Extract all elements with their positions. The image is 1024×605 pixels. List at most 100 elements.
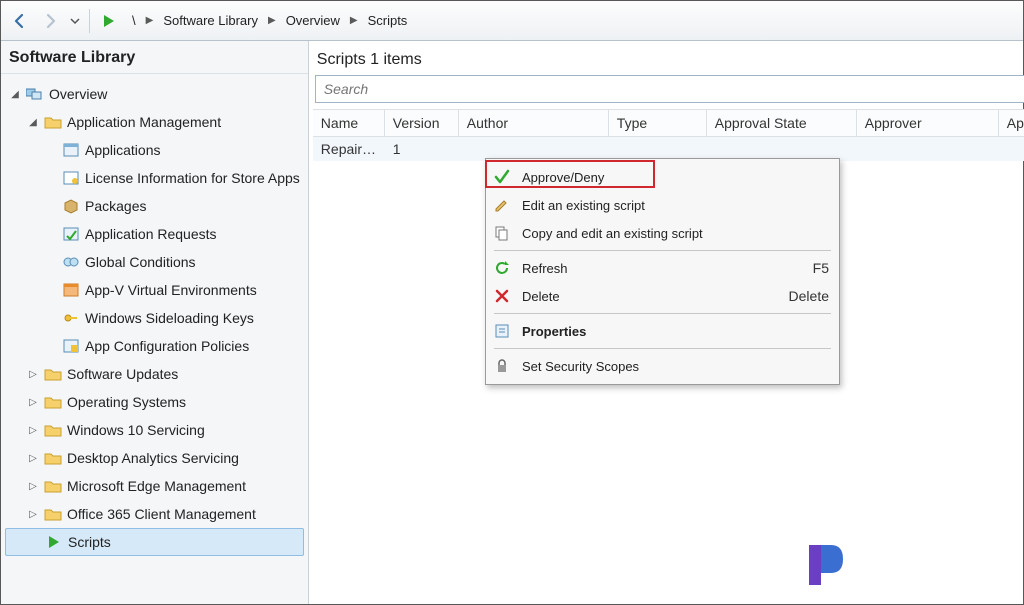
tree-label: Microsoft Edge Management bbox=[67, 478, 246, 494]
application-icon bbox=[61, 140, 81, 160]
license-icon bbox=[61, 168, 81, 188]
breadcrumb-item[interactable]: Overview bbox=[286, 13, 340, 28]
package-icon bbox=[61, 196, 81, 216]
tree-node-license[interactable]: License Information for Store Apps bbox=[5, 164, 304, 192]
tree-node-o365[interactable]: ▷ Office 365 Client Management bbox=[5, 500, 304, 528]
requests-icon bbox=[61, 224, 81, 244]
table-header: Name Version Author Type Approval State … bbox=[313, 109, 1024, 137]
pencil-icon bbox=[492, 195, 512, 215]
expand-icon[interactable]: ▷ bbox=[27, 369, 39, 380]
col-author[interactable]: Author bbox=[459, 110, 609, 136]
expand-icon[interactable]: ▷ bbox=[27, 425, 39, 436]
config-icon bbox=[61, 336, 81, 356]
col-type[interactable]: Type bbox=[609, 110, 707, 136]
chevron-right-icon: ▶ bbox=[350, 15, 358, 26]
tree-node-sideload[interactable]: Windows Sideloading Keys bbox=[5, 304, 304, 332]
col-name[interactable]: Name bbox=[313, 110, 385, 136]
menu-label: Copy and edit an existing script bbox=[522, 226, 703, 241]
tree-node-appconfig[interactable]: App Configuration Policies bbox=[5, 332, 304, 360]
collapse-icon[interactable]: ◢ bbox=[27, 117, 39, 128]
folder-icon bbox=[43, 476, 63, 496]
watermark-logo bbox=[799, 537, 853, 594]
tree-node-edge[interactable]: ▷ Microsoft Edge Management bbox=[5, 472, 304, 500]
tree-label: App-V Virtual Environments bbox=[85, 282, 257, 298]
checkmark-icon bbox=[492, 167, 512, 187]
folder-icon bbox=[43, 448, 63, 468]
tree-node-packages[interactable]: Packages bbox=[5, 192, 304, 220]
tree-label: Overview bbox=[49, 86, 107, 102]
folder-icon bbox=[43, 112, 63, 132]
col-approver[interactable]: Approver bbox=[857, 110, 999, 136]
properties-icon bbox=[492, 321, 512, 341]
menu-approve-deny[interactable]: Approve/Deny bbox=[488, 163, 837, 191]
menu-refresh[interactable]: Refresh F5 bbox=[488, 254, 837, 282]
col-approval[interactable]: Approval State bbox=[707, 110, 857, 136]
tree-label: Windows 10 Servicing bbox=[67, 422, 205, 438]
refresh-icon bbox=[492, 258, 512, 278]
nav-tree: ◢ Overview ◢ Application Management Appl… bbox=[1, 74, 308, 604]
expand-icon[interactable]: ▷ bbox=[27, 397, 39, 408]
tree-node-win10[interactable]: ▷ Windows 10 Servicing bbox=[5, 416, 304, 444]
menu-shortcut: Delete bbox=[789, 288, 829, 304]
forward-button[interactable] bbox=[37, 8, 63, 34]
menu-separator bbox=[494, 348, 831, 349]
tree-label: Global Conditions bbox=[85, 254, 196, 270]
menu-delete[interactable]: Delete Delete bbox=[488, 282, 837, 310]
tree-node-swupdates[interactable]: ▷ Software Updates bbox=[5, 360, 304, 388]
col-approver2[interactable]: Approver bbox=[999, 110, 1024, 136]
tree-node-scripts[interactable]: Scripts bbox=[5, 528, 304, 556]
menu-label: Delete bbox=[522, 289, 560, 304]
overview-icon bbox=[25, 84, 45, 104]
tree-label: App Configuration Policies bbox=[85, 338, 249, 354]
tree-label: Office 365 Client Management bbox=[67, 506, 256, 522]
copy-icon bbox=[492, 223, 512, 243]
menu-label: Refresh bbox=[522, 261, 568, 276]
expand-icon[interactable]: ▷ bbox=[27, 509, 39, 520]
chevron-right-icon: ▶ bbox=[268, 15, 276, 26]
menu-security-scopes[interactable]: Set Security Scopes bbox=[488, 352, 837, 380]
menu-copy-edit[interactable]: Copy and edit an existing script bbox=[488, 219, 837, 247]
tree-node-appmgmt[interactable]: ◢ Application Management bbox=[5, 108, 304, 136]
menu-edit-script[interactable]: Edit an existing script bbox=[488, 191, 837, 219]
run-button[interactable] bbox=[96, 8, 122, 34]
tree-label: Applications bbox=[85, 142, 161, 158]
menu-label: Edit an existing script bbox=[522, 198, 645, 213]
breadcrumb-item[interactable]: Software Library bbox=[163, 13, 258, 28]
delete-icon bbox=[492, 286, 512, 306]
tree-node-appv[interactable]: App-V Virtual Environments bbox=[5, 276, 304, 304]
history-dropdown[interactable] bbox=[67, 8, 83, 34]
context-menu: Approve/Deny Edit an existing script Cop… bbox=[485, 158, 840, 385]
sidebar-title: Software Library bbox=[1, 41, 308, 74]
expand-icon[interactable]: ▷ bbox=[27, 453, 39, 464]
tree-label: Packages bbox=[85, 198, 146, 214]
tree-node-applications[interactable]: Applications bbox=[5, 136, 304, 164]
menu-label: Set Security Scopes bbox=[522, 359, 639, 374]
lock-icon bbox=[492, 356, 512, 376]
collapse-icon[interactable]: ◢ bbox=[9, 89, 21, 100]
tree-node-overview[interactable]: ◢ Overview bbox=[5, 80, 304, 108]
search-input[interactable] bbox=[315, 75, 1024, 103]
sidebar: Software Library ◢ Overview ◢ Applicatio… bbox=[1, 41, 309, 604]
breadcrumb[interactable]: \ ▶ Software Library ▶ Overview ▶ Script… bbox=[132, 13, 407, 28]
back-button[interactable] bbox=[7, 8, 33, 34]
tree-label: Desktop Analytics Servicing bbox=[67, 450, 239, 466]
cell-name: Repair… bbox=[313, 141, 385, 157]
tree-node-os[interactable]: ▷ Operating Systems bbox=[5, 388, 304, 416]
folder-icon bbox=[43, 420, 63, 440]
tree-node-globalcond[interactable]: Global Conditions bbox=[5, 248, 304, 276]
expand-icon[interactable]: ▷ bbox=[27, 481, 39, 492]
tree-node-desktop[interactable]: ▷ Desktop Analytics Servicing bbox=[5, 444, 304, 472]
col-version[interactable]: Version bbox=[385, 110, 459, 136]
tree-label: Operating Systems bbox=[67, 394, 186, 410]
folder-icon bbox=[43, 364, 63, 384]
script-icon bbox=[44, 532, 64, 552]
breadcrumb-root[interactable]: \ bbox=[132, 13, 136, 28]
menu-properties[interactable]: Properties bbox=[488, 317, 837, 345]
menu-separator bbox=[494, 250, 831, 251]
tree-node-requests[interactable]: Application Requests bbox=[5, 220, 304, 248]
content-title: Scripts 1 items bbox=[313, 45, 1024, 73]
chevron-right-icon: ▶ bbox=[146, 15, 154, 26]
separator bbox=[89, 9, 90, 33]
tree-label: Windows Sideloading Keys bbox=[85, 310, 254, 326]
breadcrumb-item[interactable]: Scripts bbox=[368, 13, 408, 28]
